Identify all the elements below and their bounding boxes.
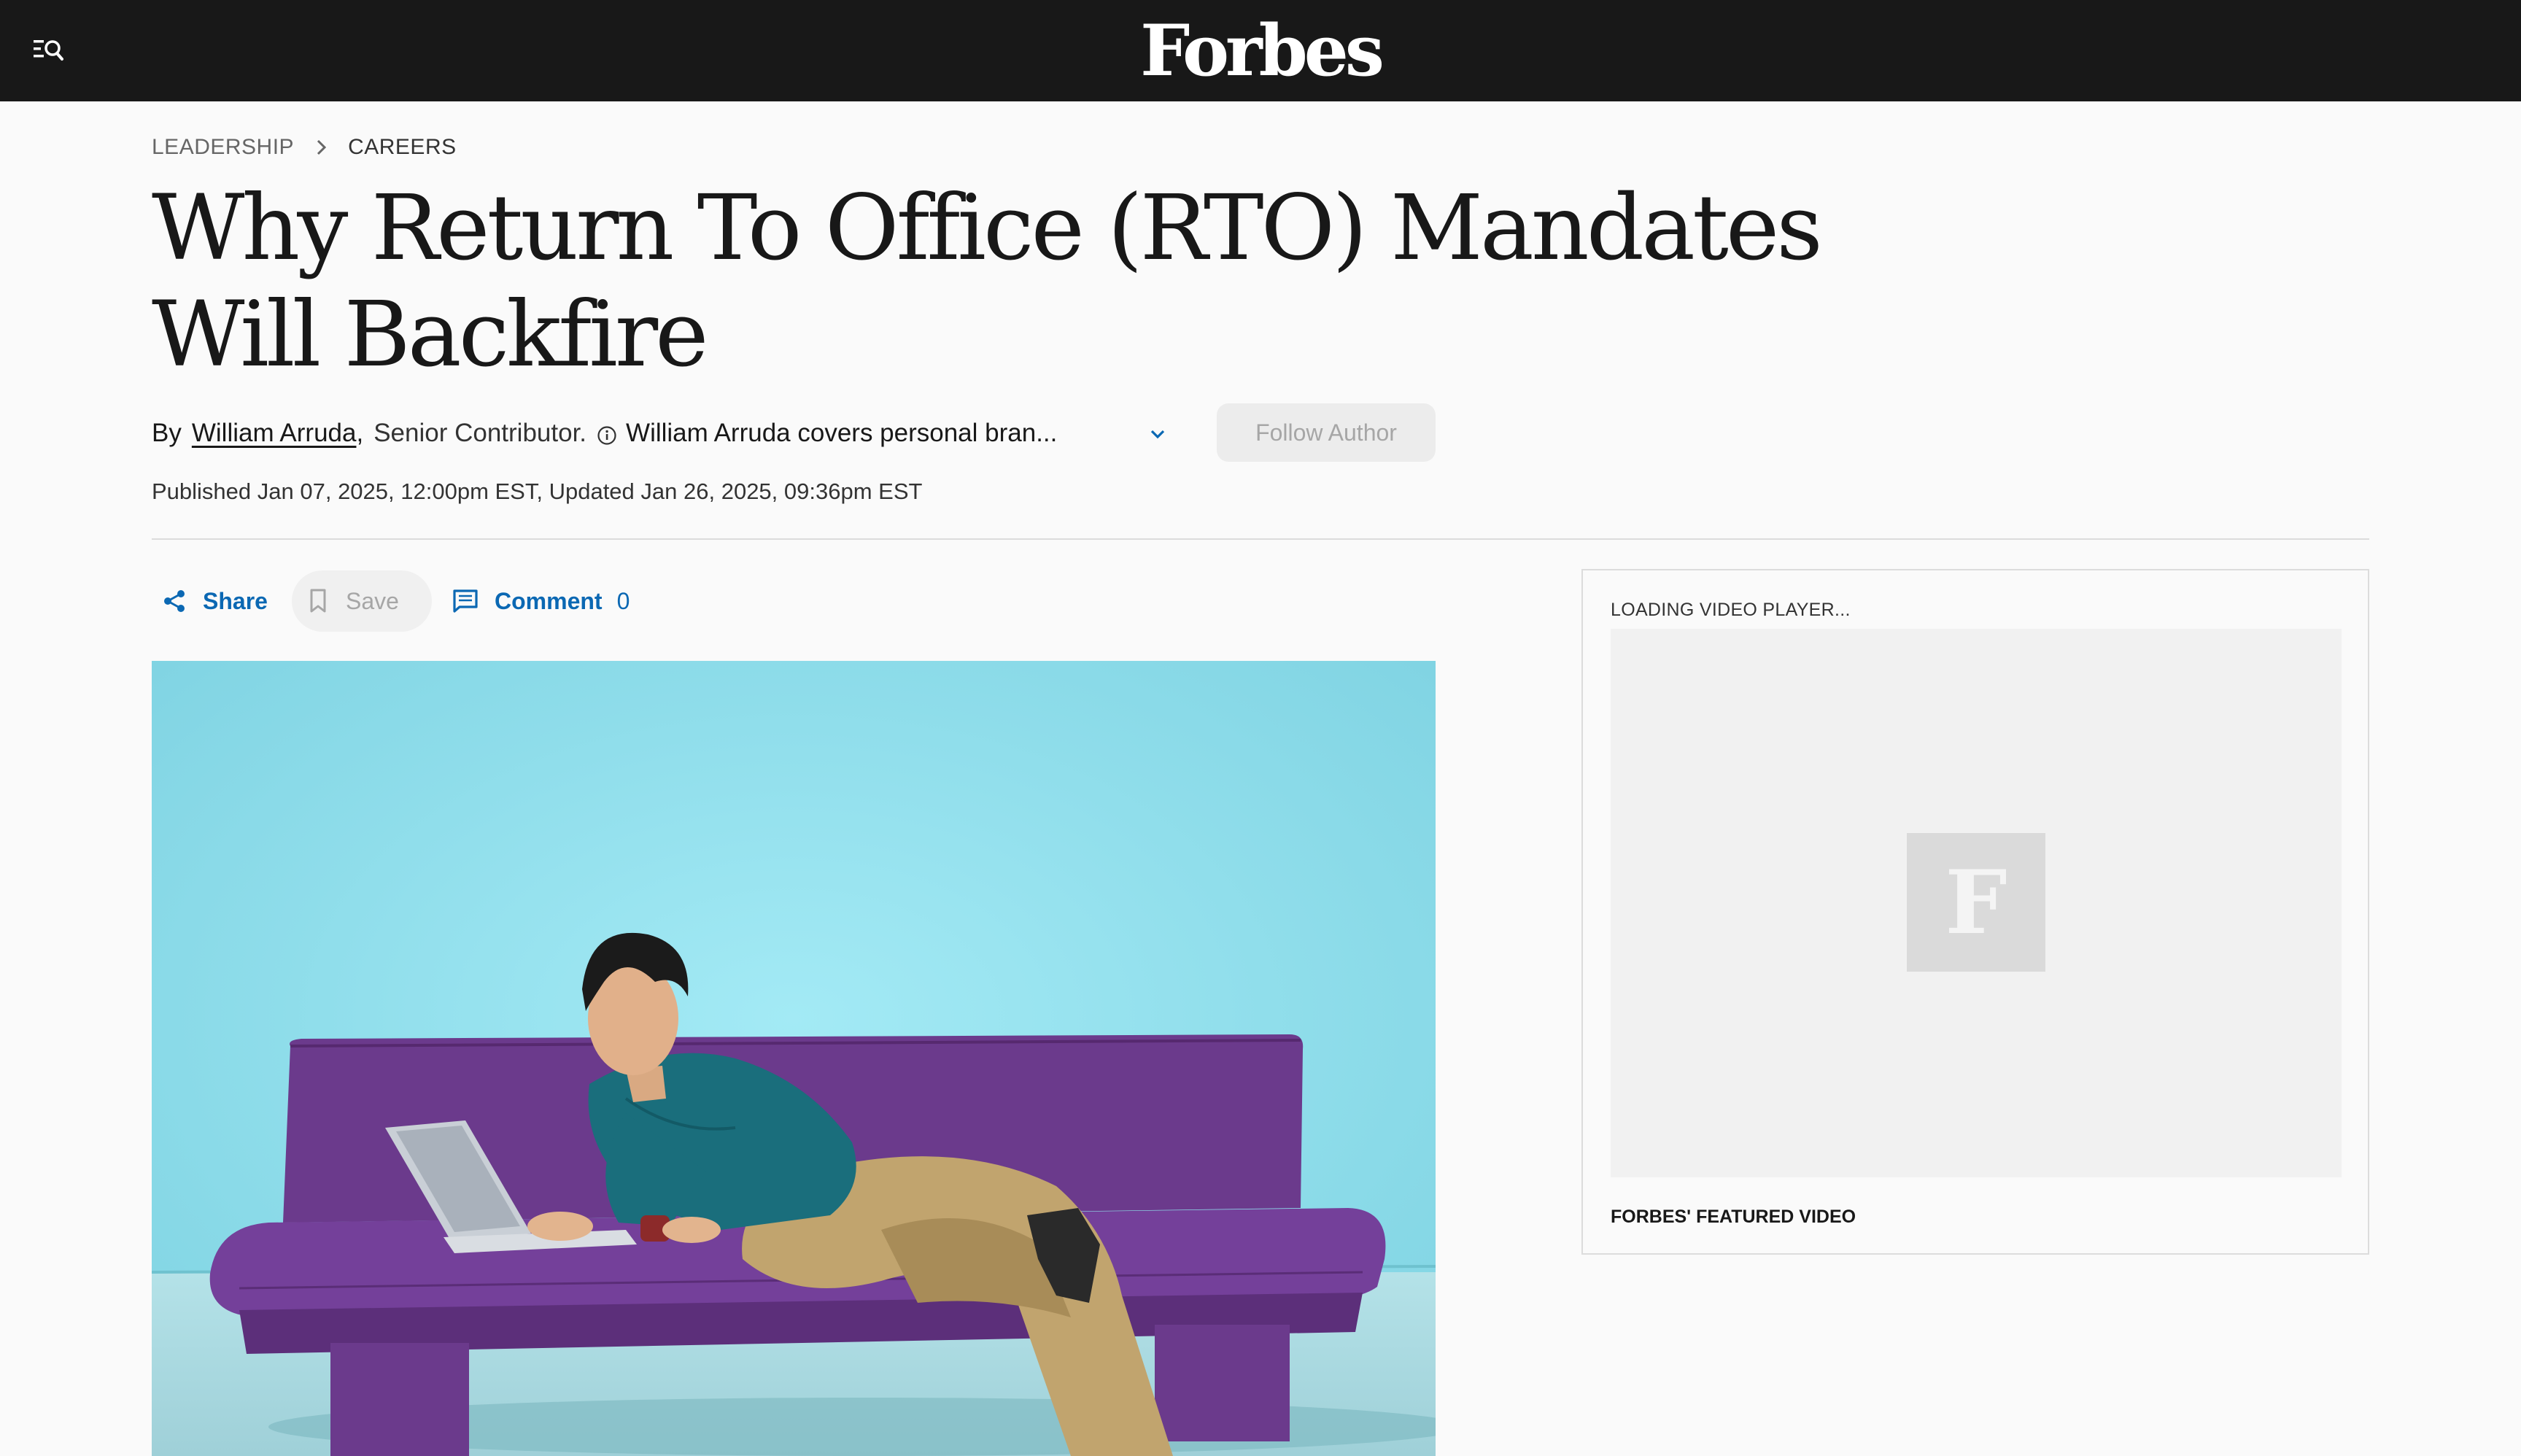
byline-comma: , bbox=[356, 419, 364, 447]
bookmark-icon bbox=[310, 589, 326, 613]
comment-count: 0 bbox=[616, 587, 630, 614]
share-button[interactable]: Share bbox=[162, 581, 268, 621]
comment-label: Comment bbox=[495, 587, 603, 614]
publish-dates: Published Jan 07, 2025, 12:00pm EST, Upd… bbox=[152, 479, 923, 504]
breadcrumb-leadership[interactable]: LEADERSHIP bbox=[152, 135, 294, 160]
author-role: Senior Contributor. bbox=[373, 419, 587, 447]
info-icon[interactable] bbox=[597, 423, 617, 445]
chevron-right-icon bbox=[309, 134, 333, 160]
author-byline: By William Arruda , Senior Contributor. … bbox=[152, 413, 1057, 454]
share-label: Share bbox=[203, 587, 268, 614]
top-navigation-bar: Forbes bbox=[0, 0, 2521, 101]
divider bbox=[152, 538, 2369, 540]
save-button[interactable]: Save bbox=[292, 570, 432, 632]
byline-by-label: By bbox=[152, 419, 182, 447]
comment-button[interactable]: Comment 0 bbox=[452, 581, 630, 621]
author-bio[interactable]: William Arruda covers personal bran... bbox=[626, 419, 1057, 448]
comment-icon bbox=[453, 589, 478, 613]
breadcrumb: LEADERSHIP CAREERS bbox=[152, 134, 457, 160]
video-loading-text: LOADING VIDEO PLAYER... bbox=[1611, 600, 1851, 620]
author-link[interactable]: William Arruda bbox=[192, 419, 357, 448]
forbes-logo[interactable]: Forbes bbox=[0, 9, 2521, 93]
video-caption: FORBES' FEATURED VIDEO bbox=[1611, 1207, 1856, 1227]
article-hero-image bbox=[152, 661, 1436, 1456]
chevron-down-icon[interactable] bbox=[1145, 422, 1170, 446]
forbes-f-logo: F bbox=[1907, 833, 2045, 972]
video-player[interactable]: F bbox=[1611, 629, 2342, 1177]
breadcrumb-careers[interactable]: CAREERS bbox=[348, 135, 457, 160]
featured-video-widget: LOADING VIDEO PLAYER... F FORBES' FEATUR… bbox=[1581, 569, 2369, 1255]
article-title: Why Return To Office (RTO) Mandates Will… bbox=[152, 176, 1823, 387]
save-label: Save bbox=[346, 587, 399, 614]
follow-author-button[interactable]: Follow Author bbox=[1217, 403, 1436, 462]
share-icon bbox=[164, 590, 185, 612]
